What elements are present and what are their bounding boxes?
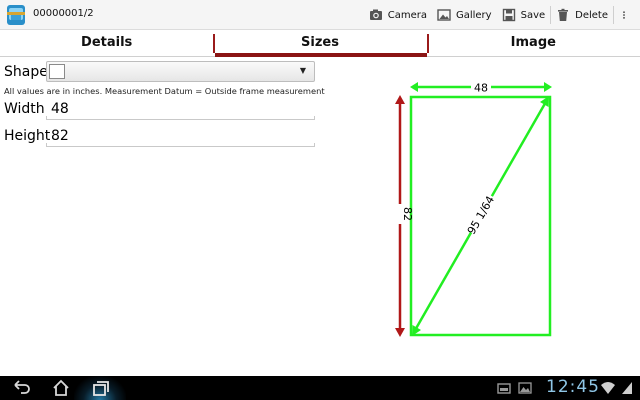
gallery-label: Gallery	[455, 9, 492, 21]
action-bar: 00000001/2 Camera Gallery Save Delete	[0, 0, 640, 30]
height-arrow-top-icon	[395, 95, 405, 104]
back-icon[interactable]	[10, 376, 32, 400]
frame-diagram: 48 82 95 1/64	[394, 80, 552, 337]
save-icon	[502, 8, 515, 22]
height-label: Height	[4, 128, 51, 144]
system-bar: 12:45	[0, 376, 640, 400]
gallery-button[interactable]: Gallery	[432, 0, 497, 30]
camera-button[interactable]: Camera	[364, 0, 432, 30]
tab-details[interactable]: Details	[0, 31, 213, 56]
width-field[interactable]: 48	[46, 98, 315, 120]
width-label: Width	[4, 101, 45, 117]
app-icon[interactable]	[4, 3, 28, 27]
overflow-menu-button[interactable]	[614, 0, 634, 30]
tab-bar: Details Sizes Image	[0, 31, 640, 57]
gallery-icon	[437, 9, 451, 21]
width-dimension-label: 48	[474, 82, 488, 95]
recent-apps-icon[interactable]	[89, 376, 111, 400]
width-arrow-right-icon	[544, 82, 552, 92]
image-notification-icon	[518, 382, 532, 394]
height-field[interactable]: 82	[46, 125, 315, 147]
width-arrow-left-icon	[410, 82, 418, 92]
delete-label: Delete	[575, 9, 608, 21]
save-label: Save	[520, 9, 546, 21]
shape-dropdown[interactable]: ▼	[46, 61, 315, 82]
clock: 12:45	[546, 377, 600, 397]
save-button[interactable]: Save	[497, 0, 551, 30]
camera-label: Camera	[387, 9, 427, 21]
camera-icon	[369, 9, 382, 20]
action-buttons: Camera Gallery Save Delete	[364, 0, 634, 30]
home-icon[interactable]	[50, 376, 72, 400]
overflow-menu-icon	[623, 11, 625, 19]
dropdown-arrow-icon: ▼	[299, 66, 306, 75]
trash-icon	[558, 8, 569, 21]
tab-sizes[interactable]: Sizes	[213, 31, 427, 57]
storage-icon	[497, 383, 511, 394]
shape-label: Shape	[4, 64, 48, 80]
tab-image[interactable]: Image	[426, 31, 640, 56]
measurement-note: All values are in inches. Measurement Da…	[4, 86, 325, 96]
wifi-icon	[601, 382, 615, 394]
record-id: 00000001/2	[33, 8, 94, 19]
height-dimension-label: 82	[401, 207, 414, 221]
signal-icon	[622, 382, 632, 394]
shape-swatch	[49, 64, 65, 79]
height-arrow-bottom-icon	[395, 328, 405, 337]
delete-button[interactable]: Delete	[551, 0, 613, 30]
